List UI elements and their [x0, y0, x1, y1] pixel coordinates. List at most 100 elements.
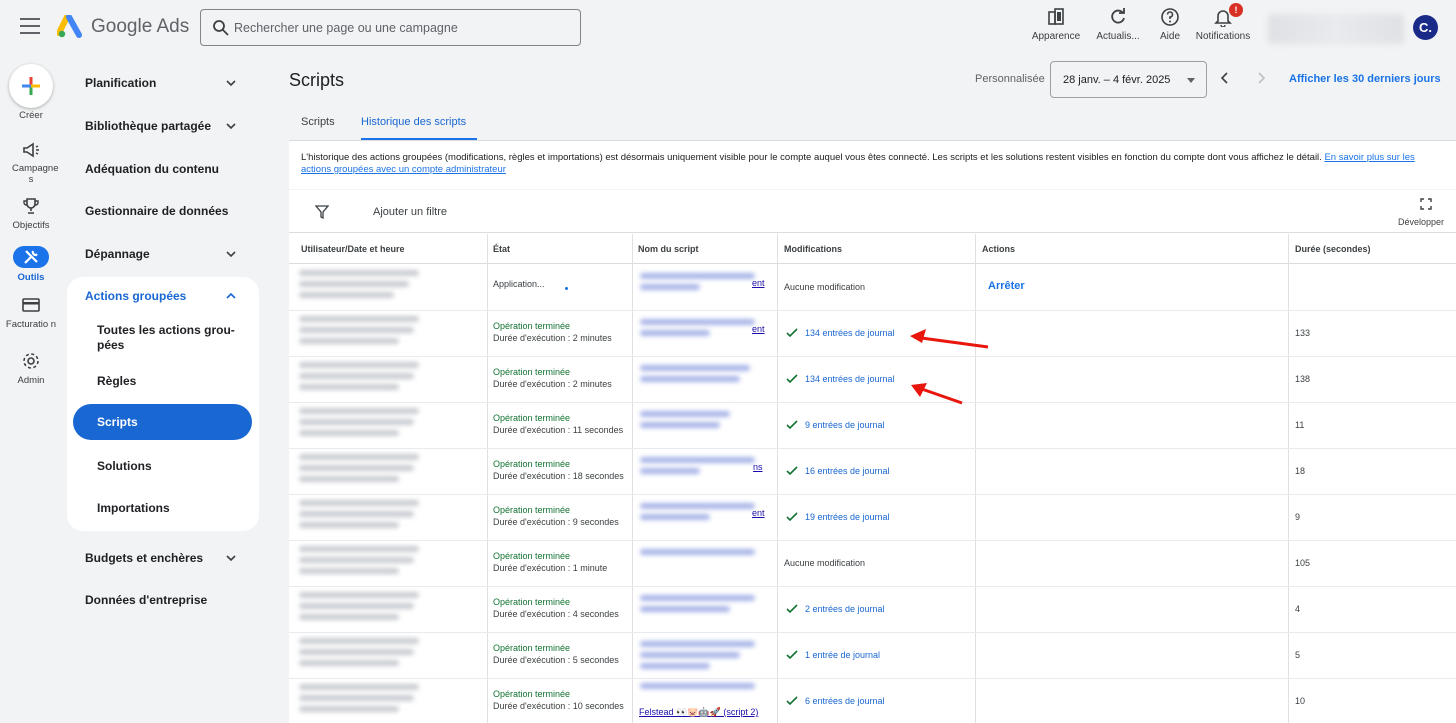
duration-seconds: 133 — [1295, 328, 1311, 338]
state-text: Opération terminée — [493, 367, 571, 377]
script-name-suffix[interactable]: ns — [753, 462, 763, 472]
menu-icon[interactable] — [20, 18, 40, 36]
date-range-picker[interactable]: 28 janv. – 4 févr. 2025 — [1050, 61, 1207, 98]
search-icon — [213, 20, 229, 36]
duration-seconds: 9 — [1295, 512, 1301, 522]
log-entries-link[interactable]: 1 entrée de journal — [805, 650, 880, 660]
appearance-button[interactable]: Apparence — [1024, 7, 1088, 47]
expand-icon[interactable] — [1420, 198, 1432, 210]
nav-budgets-bids[interactable]: Budgets et enchères — [85, 551, 203, 565]
table-row: Opération terminée Durée d'exécution : 2… — [289, 311, 1456, 357]
user-cell-redacted — [299, 500, 429, 536]
nav-content-suitability[interactable]: Adéquation du contenu — [85, 162, 219, 176]
nav-shared-library[interactable]: Bibliothèque partagée — [85, 119, 211, 133]
log-entries-link[interactable]: 19 entrées de journal — [805, 512, 890, 522]
tab-scripts[interactable]: Scripts — [301, 116, 335, 128]
script-name-redacted[interactable] — [640, 411, 755, 441]
state-text: Opération terminée — [493, 551, 571, 561]
duration-text: Durée d'exécution : 18 secondes — [493, 471, 624, 481]
credit-card-icon[interactable] — [21, 295, 41, 315]
account-info[interactable] — [1268, 14, 1404, 44]
chevron-right-icon[interactable] — [1254, 70, 1268, 86]
date-range-value: 28 janv. – 4 févr. 2025 — [1063, 74, 1171, 86]
page-title: Scripts — [289, 70, 345, 90]
nav-planning[interactable]: Planification — [85, 76, 156, 90]
nav-data-manager[interactable]: Gestionnaire de données — [85, 204, 228, 218]
script-name-redacted[interactable] — [640, 273, 755, 303]
script-name-suffix[interactable]: ent — [752, 278, 765, 288]
script-name-redacted[interactable] — [640, 503, 755, 533]
col-modifications[interactable]: Modifications — [784, 244, 842, 254]
show-last-30-days-link[interactable]: Afficher les 30 derniers jours — [1289, 73, 1441, 85]
nav-all-bulk-actions[interactable]: Toutes les actions grou- pées — [97, 323, 237, 353]
add-filter-button[interactable]: Ajouter un filtre — [373, 206, 447, 218]
check-icon — [786, 466, 798, 476]
trophy-icon[interactable] — [21, 196, 41, 216]
script-name-redacted[interactable] — [640, 457, 755, 487]
create-button[interactable] — [9, 64, 53, 108]
tab-script-history[interactable]: Historique des scripts — [361, 116, 466, 128]
chevron-down-icon[interactable] — [224, 551, 238, 565]
objectives-label: Objectifs — [12, 220, 50, 231]
col-user[interactable]: Utilisateur/Date et heure — [301, 244, 405, 254]
dropdown-arrow-icon — [1187, 78, 1195, 83]
date-range-label: Personnalisée — [975, 73, 1045, 85]
duration-seconds: 10 — [1295, 696, 1306, 706]
script-name-suffix[interactable]: ent — [752, 508, 765, 518]
state-text: Opération terminée — [493, 413, 571, 423]
table-row: Opération terminée Durée d'exécution : 5… — [289, 633, 1456, 679]
log-entries-link[interactable]: 134 entrées de journal — [805, 374, 895, 384]
nav-solutions[interactable]: Solutions — [97, 459, 152, 474]
nav-imports[interactable]: Importations — [97, 501, 170, 516]
chevron-down-icon[interactable] — [224, 119, 238, 133]
log-entries-link[interactable]: 134 entrées de journal — [805, 328, 895, 338]
avatar[interactable]: C. — [1413, 15, 1438, 40]
expand-label[interactable]: Développer — [1398, 217, 1444, 227]
chevron-down-icon[interactable] — [224, 76, 238, 90]
chevron-up-icon[interactable] — [224, 289, 238, 303]
filter-icon[interactable] — [315, 205, 329, 219]
top-bar: Google Ads Apparence Actualis... Aide ! … — [0, 0, 1456, 56]
chevron-down-icon[interactable] — [224, 247, 238, 261]
script-name-link[interactable]: Felstead 👀🐷🤖🚀 (script 2) — [639, 707, 758, 718]
script-name-redacted[interactable] — [640, 641, 755, 671]
col-state[interactable]: État — [493, 244, 510, 254]
notifications-button[interactable]: ! Notifications — [1191, 3, 1255, 47]
megaphone-icon[interactable] — [21, 140, 41, 160]
nav-business-data[interactable]: Données d'entreprise — [85, 593, 207, 607]
script-name-redacted[interactable] — [640, 549, 755, 579]
search-box[interactable] — [200, 9, 581, 46]
script-name-redacted[interactable] — [640, 595, 755, 625]
search-input[interactable] — [234, 17, 574, 39]
log-entries-link[interactable]: 6 entrées de journal — [805, 696, 885, 706]
user-cell-redacted — [299, 270, 429, 306]
col-actions[interactable]: Actions — [982, 244, 1015, 254]
stop-button[interactable]: Arrêter — [988, 280, 1025, 292]
script-name-redacted[interactable] — [640, 365, 755, 395]
script-name-suffix[interactable]: ent — [752, 324, 765, 334]
tools-icon[interactable] — [21, 247, 41, 267]
table-header: Utilisateur/Date et heure État Nom du sc… — [289, 234, 1456, 264]
col-duration[interactable]: Durée (secondes) — [1295, 244, 1371, 254]
chevron-left-icon[interactable] — [1218, 70, 1232, 86]
script-name-redacted[interactable] — [640, 319, 755, 349]
log-entries-link[interactable]: 16 entrées de journal — [805, 466, 890, 476]
gear-icon[interactable] — [21, 351, 41, 371]
nav-troubleshooting[interactable]: Dépannage — [85, 247, 150, 261]
table-row: Opération terminée Durée d'exécution : 9… — [289, 495, 1456, 541]
info-text: L'historique des actions groupées (modif… — [301, 152, 1322, 163]
duration-text: Durée d'exécution : 1 minute — [493, 563, 608, 573]
user-cell-redacted — [299, 454, 429, 490]
nav-scripts-selected[interactable]: Scripts — [73, 404, 252, 440]
nav-rules[interactable]: Règles — [97, 374, 136, 389]
log-entries-link[interactable]: 9 entrées de journal — [805, 420, 885, 430]
col-script-name[interactable]: Nom du script — [638, 244, 699, 254]
state-text: Opération terminée — [493, 643, 571, 653]
check-icon — [786, 420, 798, 430]
main-content: Scripts Personnalisée 28 janv. – 4 févr.… — [268, 56, 1456, 723]
nav-bulk-actions[interactable]: Actions groupées — [85, 289, 186, 303]
log-entries-link[interactable]: 2 entrées de journal — [805, 604, 885, 614]
plus-icon — [22, 77, 40, 95]
table-row: Application... ent Aucune modification A… — [289, 265, 1456, 311]
duration-text: Durée d'exécution : 4 secondes — [493, 609, 619, 619]
